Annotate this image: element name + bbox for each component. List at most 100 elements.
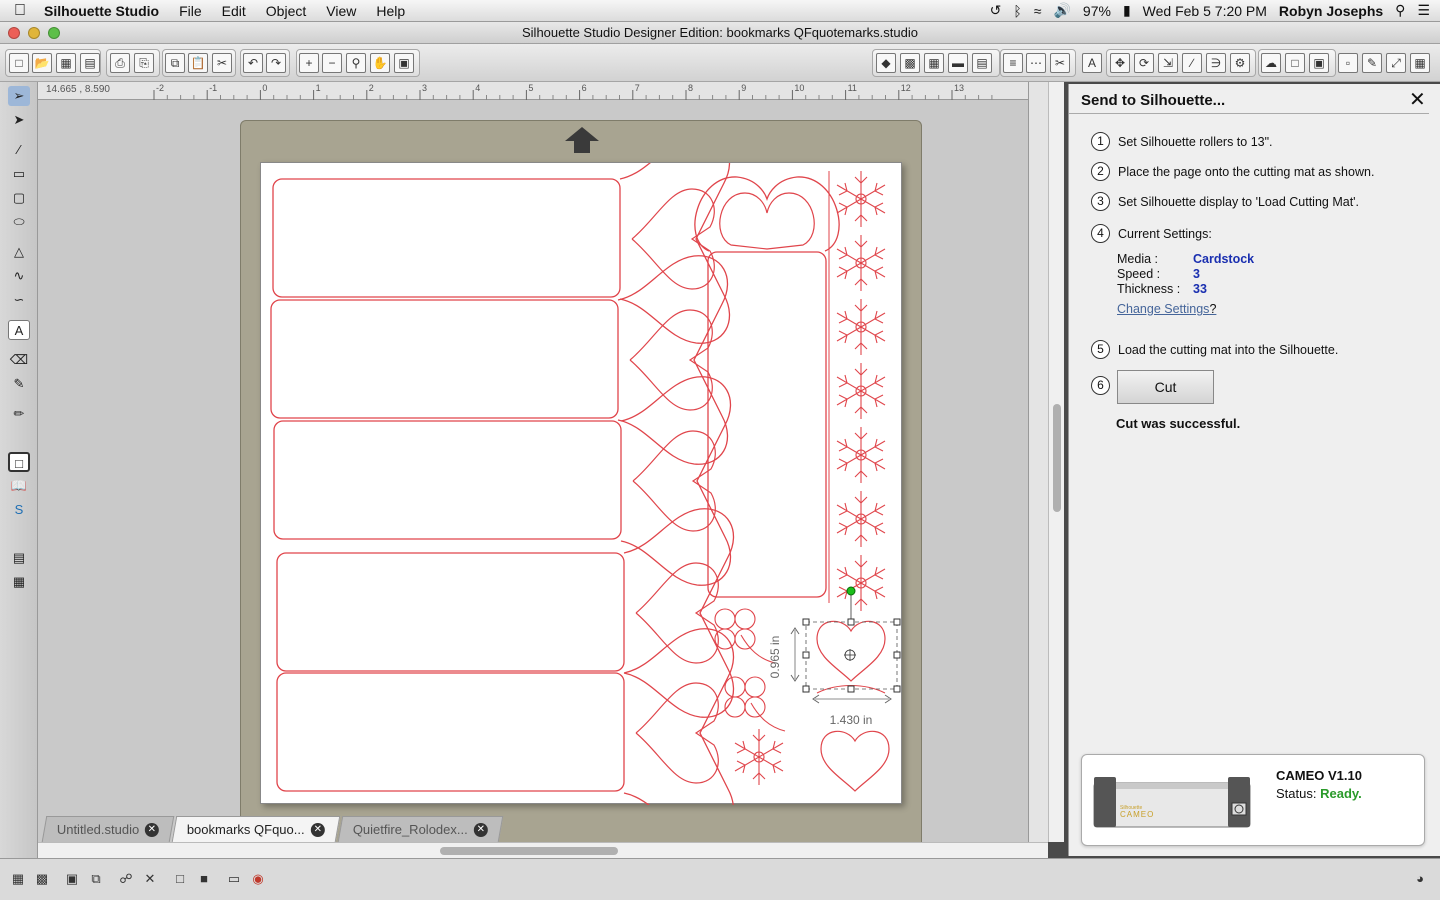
close-window-button[interactable] [8,27,20,39]
redo-icon[interactable]: ↷ [266,53,286,73]
knife-tool-icon[interactable]: ✎ [8,374,30,394]
polygon-tool-icon[interactable]: △ [8,242,30,262]
fill-pattern-icon[interactable]: ▦ [924,53,944,73]
spotlight-icon[interactable]: ⚲ [1395,2,1405,19]
shear-icon[interactable]: ∕ [1182,53,1202,73]
menu-app-name[interactable]: Silhouette Studio [40,0,169,22]
heart-bottom[interactable] [820,730,890,792]
heart-tab-3[interactable] [620,376,732,586]
bookmark-1[interactable] [272,178,621,298]
rotate-icon[interactable]: ⟳ [1134,53,1154,73]
text-style-icon[interactable]: A [1082,53,1102,73]
vertical-bookmark-heart-top[interactable] [694,176,840,252]
line-tool-icon[interactable]: ∕ [8,140,30,160]
cut-style-icon[interactable]: ✂ [1050,53,1070,73]
line-style-icon[interactable]: ▤ [972,53,992,73]
rounded-rectangle-tool-icon[interactable]: ▢ [8,188,30,208]
selected-heart[interactable] [816,620,886,682]
volume-icon[interactable]: 🔊 [1053,2,1070,19]
page-settings-icon[interactable]: □ [8,452,30,472]
trace-icon[interactable]: ◉ [248,869,268,889]
open-document-icon[interactable]: 📂 [32,53,52,73]
color-wheel-icon[interactable]: ◕ [1410,869,1430,889]
delete-icon[interactable]: ✕ [140,869,160,889]
vertical-scrollbar[interactable] [1048,82,1064,842]
send-to-silhouette-icon[interactable]: ⎘ [134,53,154,73]
split-panel-icon[interactable]: ▦ [8,572,30,592]
show-panel-icon[interactable]: ▤ [8,548,30,568]
heart-tab-5[interactable] [623,628,735,805]
registration-marks-icon[interactable]: ▣ [1309,53,1329,73]
undo-icon[interactable]: ↶ [243,53,263,73]
fit-to-window-icon[interactable]: ▣ [394,53,414,73]
fill-gradient-icon[interactable]: ▩ [900,53,920,73]
replicate-icon[interactable]: ⚙ [1230,53,1250,73]
bluetooth-icon[interactable]: ᛒ [1013,3,1021,19]
heart-tab-2[interactable] [617,255,729,465]
time-machine-icon[interactable]: ↺ [990,2,1002,19]
ellipse-tool-icon[interactable]: ⬭ [8,212,30,232]
document-tab-bookmarks[interactable]: bookmarks QFquo... ✕ [172,816,341,842]
snowflake-small[interactable] [734,728,784,786]
close-tab-icon[interactable]: ✕ [145,822,160,837]
zoom-in-icon[interactable]: + [299,53,319,73]
battery-percent[interactable]: 97% [1083,3,1111,19]
battery-icon[interactable]: ▮ [1123,2,1131,19]
align-icon[interactable]: ∋ [1206,53,1226,73]
weld-icon[interactable]: ☍ [116,869,136,889]
curve-tool-icon[interactable]: ∿ [8,266,30,286]
document-tab-rolodex[interactable]: Quietfire_Rolodex... ✕ [337,816,504,842]
wifi-icon[interactable]: ≈ [1034,3,1042,19]
zoom-out-icon[interactable]: − [322,53,342,73]
rotate-handle[interactable] [846,586,856,596]
clock[interactable]: Wed Feb 5 7:20 PM [1143,3,1267,19]
snowflake-column[interactable] [836,170,886,612]
pan-hand-icon[interactable]: ✋ [370,53,390,73]
freehand-tool-icon[interactable]: ∽ [8,290,30,310]
offset-icon[interactable]: ▭ [224,869,244,889]
bookmark-2[interactable] [270,299,619,419]
paste-icon[interactable]: 📋 [188,53,208,73]
release-compound-path-icon[interactable]: ⧉ [86,869,106,889]
apple-menu-icon[interactable]:  [0,2,40,20]
grid-icon[interactable]: ▦ [1410,53,1430,73]
bring-to-front-icon[interactable]: □ [170,869,190,889]
make-compound-path-icon[interactable]: ▣ [62,869,82,889]
bookmark-3[interactable] [273,420,622,540]
menu-edit[interactable]: Edit [212,0,256,22]
eraser-tool-icon[interactable]: ⌫ [8,350,30,370]
line-weight-icon[interactable]: ⋯ [1026,53,1046,73]
line-color-icon[interactable]: ▬ [948,53,968,73]
vertical-scroll-thumb[interactable] [1053,404,1061,512]
fullscreen-icon[interactable]: ⤢ [1386,53,1406,73]
close-tab-icon[interactable]: ✕ [473,822,488,837]
group-icon[interactable]: ▦ [8,869,28,889]
user-name[interactable]: Robyn Josephs [1279,3,1383,19]
library-book-icon[interactable]: 📖 [8,476,30,496]
minimize-window-button[interactable] [28,27,40,39]
change-settings-link[interactable]: Change Settings [1117,302,1209,316]
zoom-window-button[interactable] [48,27,60,39]
notification-center-icon[interactable]: ☰ [1417,2,1430,19]
copy-icon[interactable]: ⧉ [165,53,185,73]
sketch-tool-icon[interactable]: ✏ [8,404,30,424]
new-document-icon[interactable]: □ [9,53,29,73]
menu-help[interactable]: Help [366,0,415,22]
bookmark-4[interactable] [276,552,625,672]
zoom-selected-icon[interactable]: ⚲ [346,53,366,73]
canvas-area[interactable]: 14.665 , 8.590 -2 -1 0 1 2 3 4 5 6 7 8 9 10 11 12 13 [38,82,1048,842]
line-style-panel-icon[interactable]: ≡ [1003,53,1023,73]
cut-button[interactable]: Cut [1117,370,1214,404]
menu-object[interactable]: Object [256,0,316,22]
save-to-library-icon[interactable]: ▤ [80,53,100,73]
save-icon[interactable]: ▦ [56,53,76,73]
page-setup-icon[interactable]: □ [1285,53,1305,73]
cut-design[interactable]: 0.965 in 1.430 in [261,163,903,805]
close-panel-icon[interactable]: ✕ [1409,90,1426,110]
print-icon[interactable]: ⎙ [110,53,130,73]
menu-file[interactable]: File [169,0,212,22]
scale-icon[interactable]: ⇲ [1158,53,1178,73]
horizontal-scroll-thumb[interactable] [440,847,618,855]
transform-icon[interactable]: ✥ [1110,53,1130,73]
fill-color-icon[interactable]: ◆ [876,53,896,73]
